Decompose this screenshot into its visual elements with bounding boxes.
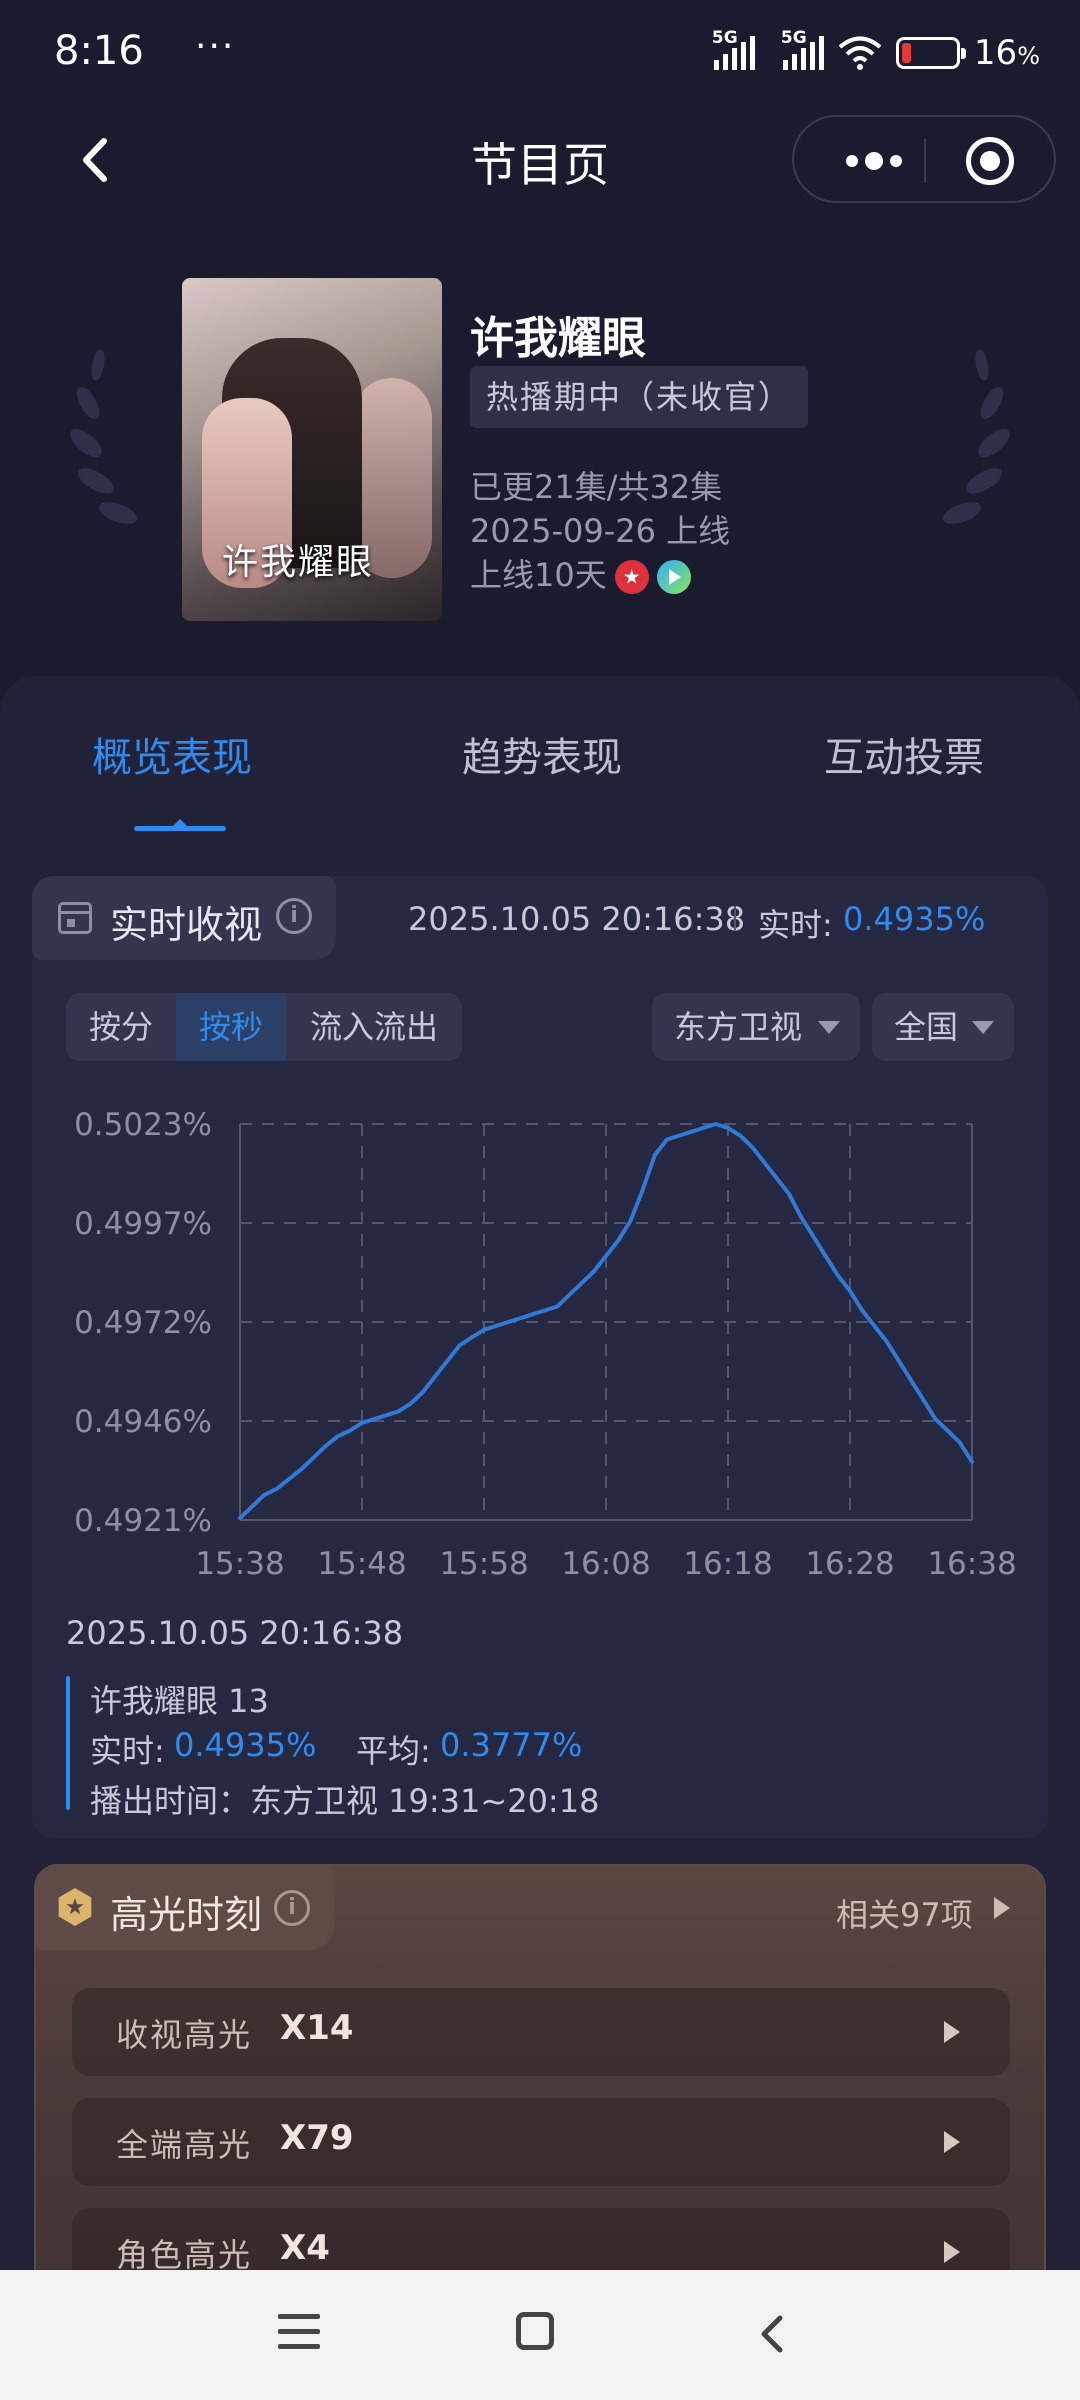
tab-indicator — [134, 819, 226, 831]
channel-dropdown[interactable]: 东方卫视 — [652, 993, 860, 1061]
status-icons: 5G 5G 16% — [712, 28, 1040, 76]
premiere-date: 2025-09-26 上线 — [470, 512, 731, 550]
x-tick-label: 16:28 — [805, 1546, 894, 1582]
x-tick-label: 15:48 — [317, 1546, 406, 1582]
highlight-label: 全端高光 — [116, 2126, 253, 2164]
ratings-line-chart[interactable]: 0.4921% 0.4946% 0.4972% 0.4997% 0.5023% 15:38… — [40, 1090, 1030, 1600]
realtime-title: 实时收视 — [110, 903, 263, 947]
highlight-row-allplatform[interactable]: 全端高光 X79 — [72, 2098, 1010, 2186]
battery-icon — [895, 37, 966, 69]
detail-average-value: 0.3777% — [440, 1726, 583, 1764]
y-tick-label: 0.4946% — [74, 1404, 212, 1440]
show-title: 许我耀眼 — [470, 313, 646, 364]
nav-bar: 节目页 — [0, 115, 1080, 205]
y-tick-label: 0.4997% — [74, 1206, 212, 1242]
x-tick-label: 16:08 — [561, 1546, 650, 1582]
signal-5g-icon-2: 5G — [781, 28, 824, 70]
y-tick-label: 0.5023% — [74, 1107, 212, 1143]
calendar-icon — [58, 902, 92, 934]
play-arrow-icon — [944, 2241, 960, 2263]
highlights-more-link[interactable]: 相关97项 — [836, 1890, 973, 1936]
poster-title: 许我耀眼 — [222, 542, 375, 583]
show-poster[interactable]: 许我耀眼 — [182, 278, 442, 621]
info-icon[interactable]: i — [276, 898, 312, 934]
recent-apps-icon[interactable] — [278, 2314, 320, 2350]
laurel-right-icon — [942, 349, 1010, 524]
tab-vote[interactable]: 互动投票 — [824, 725, 984, 783]
realtime-label: 实时: — [758, 906, 833, 944]
detail-average-label: 平均: — [356, 1732, 431, 1770]
highlights-title: 高光时刻 — [110, 1893, 263, 1937]
close-miniprogram-icon[interactable] — [966, 137, 1014, 185]
detail-realtime-value: 0.4935% — [174, 1726, 317, 1764]
highlight-count: X79 — [280, 2118, 354, 2158]
status-bar: 8:16 ··· 5G 5G 16% — [0, 0, 1080, 105]
episode-count: 已更21集/共32集 — [470, 468, 723, 506]
system-navigation-bar — [0, 2270, 1080, 2400]
detail-timestamp: 2025.10.05 20:16:38 — [66, 1614, 404, 1652]
capsule-divider — [924, 139, 926, 183]
wifi-icon — [838, 36, 882, 70]
network-label-2: 5G — [780, 28, 807, 48]
miniprogram-capsule — [792, 115, 1056, 203]
info-icon[interactable]: i — [274, 1890, 310, 1926]
broadcast-status-badge: 热播期中（未收官） — [470, 366, 809, 428]
home-icon[interactable] — [516, 2312, 554, 2350]
caret-down-icon — [818, 1021, 840, 1034]
x-tick-label: 16:18 — [683, 1546, 772, 1582]
play-arrow-icon — [944, 2131, 960, 2153]
granularity-segmented-control: 按分 按秒 流入流出 — [66, 993, 462, 1061]
tab-bar: 概览表现 趋势表现 互动投票 — [0, 725, 1080, 815]
signal-5g-icon: 5G — [712, 28, 755, 70]
y-tick-label: 0.4921% — [74, 1503, 212, 1539]
x-tick-label: 16:38 — [927, 1546, 1016, 1582]
region-dropdown[interactable]: 全国 — [872, 993, 1014, 1061]
detail-realtime-label: 实时: — [90, 1732, 165, 1770]
highlight-count: X4 — [280, 2228, 330, 2268]
segment-by-minute[interactable]: 按分 — [66, 993, 176, 1061]
tencent-video-icon — [656, 560, 691, 594]
battery-percent: 16% — [973, 33, 1040, 73]
network-label: 5G — [711, 28, 738, 48]
segment-by-second[interactable]: 按秒 — [176, 993, 286, 1061]
detail-accent-bar — [66, 1676, 70, 1810]
highlight-label: 收视高光 — [116, 2016, 253, 2054]
highlight-row-ratings[interactable]: 收视高光 X14 — [72, 1988, 1010, 2076]
tab-overview[interactable]: 概览表现 — [92, 725, 252, 783]
tab-trend[interactable]: 趋势表现 — [462, 725, 622, 783]
caret-down-icon — [972, 1021, 994, 1034]
system-back-icon[interactable] — [756, 2314, 790, 2354]
play-arrow-icon — [944, 2021, 960, 2043]
days-online: 上线10天 — [470, 556, 607, 594]
detail-airtime: 播出时间：东方卫视 19:31~20:18 — [90, 1782, 600, 1820]
channel-value: 东方卫视 — [674, 1008, 803, 1046]
divider — [734, 906, 736, 930]
detail-episode: 许我耀眼 13 — [90, 1682, 269, 1720]
laurel-left-icon — [70, 349, 138, 524]
region-value: 全国 — [894, 1008, 959, 1046]
play-arrow-icon[interactable] — [994, 1897, 1010, 1919]
y-tick-label: 0.4972% — [74, 1305, 212, 1341]
x-tick-label: 15:58 — [439, 1546, 528, 1582]
status-time: 8:16 — [54, 28, 144, 74]
status-more-dots: ··· — [195, 26, 236, 67]
realtime-timestamp: 2025.10.05 20:16:38 — [408, 900, 746, 938]
more-icon[interactable] — [834, 141, 914, 181]
x-tick-label: 15:38 — [195, 1546, 284, 1582]
dragon-tv-icon — [614, 560, 649, 594]
segment-inflow-outflow[interactable]: 流入流出 — [286, 993, 462, 1061]
highlight-count: X14 — [280, 2008, 354, 2048]
realtime-value: 0.4935% — [843, 900, 986, 938]
days-online-row: 上线10天 — [470, 550, 691, 596]
